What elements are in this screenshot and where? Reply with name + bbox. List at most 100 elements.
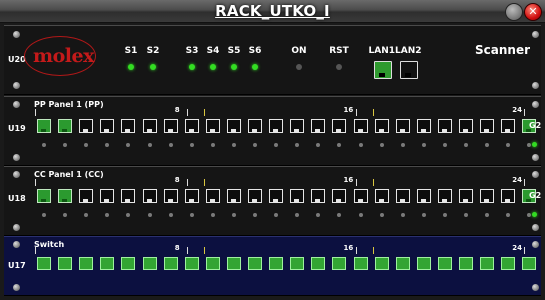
close-button[interactable] — [524, 3, 542, 21]
port-status-dot — [358, 213, 363, 217]
port-10[interactable] — [226, 189, 241, 203]
side-label: G2 — [529, 191, 542, 200]
port-21[interactable] — [459, 189, 473, 203]
port-16[interactable] — [353, 257, 368, 270]
port-4[interactable] — [100, 257, 115, 270]
port-6[interactable] — [142, 189, 157, 203]
port-23[interactable] — [501, 189, 516, 203]
port-23[interactable] — [501, 119, 516, 133]
port-status-dot — [316, 143, 321, 147]
port-status-dot — [485, 213, 490, 217]
port-2[interactable] — [58, 119, 73, 133]
port-7[interactable] — [163, 189, 178, 203]
port-18[interactable] — [395, 189, 410, 203]
lan2-port[interactable] — [400, 61, 418, 79]
unit-label: U19 — [8, 124, 26, 133]
port-13[interactable] — [290, 257, 305, 270]
port-8[interactable] — [184, 189, 199, 203]
port-group-tick — [524, 179, 526, 186]
port-17[interactable] — [374, 119, 389, 133]
port-group-tick — [186, 109, 188, 116]
screw-icon — [13, 31, 20, 38]
port-18[interactable] — [395, 119, 410, 133]
port-22[interactable] — [480, 257, 495, 270]
port-status-dot — [126, 143, 131, 147]
port-5[interactable] — [121, 119, 136, 133]
port-20[interactable] — [437, 119, 452, 133]
minimize-button[interactable] — [505, 3, 523, 21]
port-7[interactable] — [163, 119, 178, 133]
port-2[interactable] — [58, 257, 73, 270]
port-7[interactable] — [163, 257, 178, 270]
port-1[interactable] — [37, 119, 51, 133]
port-11[interactable] — [248, 257, 262, 270]
led-label-s1: S1 — [124, 46, 138, 56]
port-21[interactable] — [459, 257, 473, 270]
port-14[interactable] — [311, 189, 326, 203]
port-8[interactable] — [184, 119, 199, 133]
port-group-tick — [524, 109, 526, 116]
port-3[interactable] — [79, 257, 94, 270]
port-1[interactable] — [37, 257, 51, 270]
port-8[interactable] — [184, 257, 199, 270]
screw-icon — [13, 171, 20, 178]
port-18[interactable] — [395, 257, 410, 270]
port-15[interactable] — [332, 119, 347, 133]
port-number-label: 16 — [343, 106, 354, 114]
panel-name: Switch — [34, 240, 65, 249]
port-5[interactable] — [121, 189, 136, 203]
port-6[interactable] — [142, 119, 157, 133]
port-13[interactable] — [290, 119, 305, 133]
port-16[interactable] — [353, 189, 368, 203]
port-11[interactable] — [248, 119, 262, 133]
port-10[interactable] — [226, 119, 241, 133]
port-19[interactable] — [416, 189, 431, 203]
port-14[interactable] — [311, 119, 326, 133]
port-19[interactable] — [416, 257, 431, 270]
port-1[interactable] — [37, 189, 51, 203]
port-15[interactable] — [332, 189, 347, 203]
port-12[interactable] — [269, 119, 284, 133]
screw-icon — [13, 241, 20, 248]
port-16[interactable] — [353, 119, 368, 133]
port-12[interactable] — [269, 189, 284, 203]
port-17[interactable] — [374, 189, 389, 203]
port-9[interactable] — [205, 119, 220, 133]
port-status-dot — [189, 143, 194, 147]
port-9[interactable] — [205, 257, 220, 270]
side-status-led — [532, 212, 537, 217]
port-group-tick — [355, 179, 357, 186]
port-4[interactable] — [100, 189, 115, 203]
port-22[interactable] — [480, 119, 495, 133]
port-15[interactable] — [332, 257, 347, 270]
lan1-port[interactable] — [374, 61, 392, 79]
port-status-dot — [210, 213, 215, 217]
panel-name: CC Panel 1 (CC) — [34, 170, 104, 179]
port-19[interactable] — [416, 119, 431, 133]
port-20[interactable] — [437, 257, 452, 270]
port-24[interactable] — [522, 257, 537, 270]
port-3[interactable] — [79, 119, 94, 133]
port-22[interactable] — [480, 189, 495, 203]
port-17[interactable] — [374, 257, 389, 270]
port-5[interactable] — [121, 257, 136, 270]
port-23[interactable] — [501, 257, 516, 270]
port-9[interactable] — [205, 189, 220, 203]
port-10[interactable] — [226, 257, 241, 270]
port-4[interactable] — [100, 119, 115, 133]
port-21[interactable] — [459, 119, 473, 133]
port-status-dot — [464, 213, 468, 217]
port-3[interactable] — [79, 189, 94, 203]
port-13[interactable] — [290, 189, 305, 203]
port-14[interactable] — [311, 257, 326, 270]
unit-label: U17 — [8, 261, 26, 270]
port-20[interactable] — [437, 189, 452, 203]
port-11[interactable] — [248, 189, 262, 203]
port-6[interactable] — [142, 257, 157, 270]
logo-text: molex — [33, 45, 94, 67]
port-status-dot — [527, 143, 532, 147]
status-led-s5 — [231, 64, 237, 70]
port-12[interactable] — [269, 257, 284, 270]
rack-unit-u17: U17 Switch 8 16 24 — [4, 236, 541, 296]
port-2[interactable] — [58, 189, 73, 203]
